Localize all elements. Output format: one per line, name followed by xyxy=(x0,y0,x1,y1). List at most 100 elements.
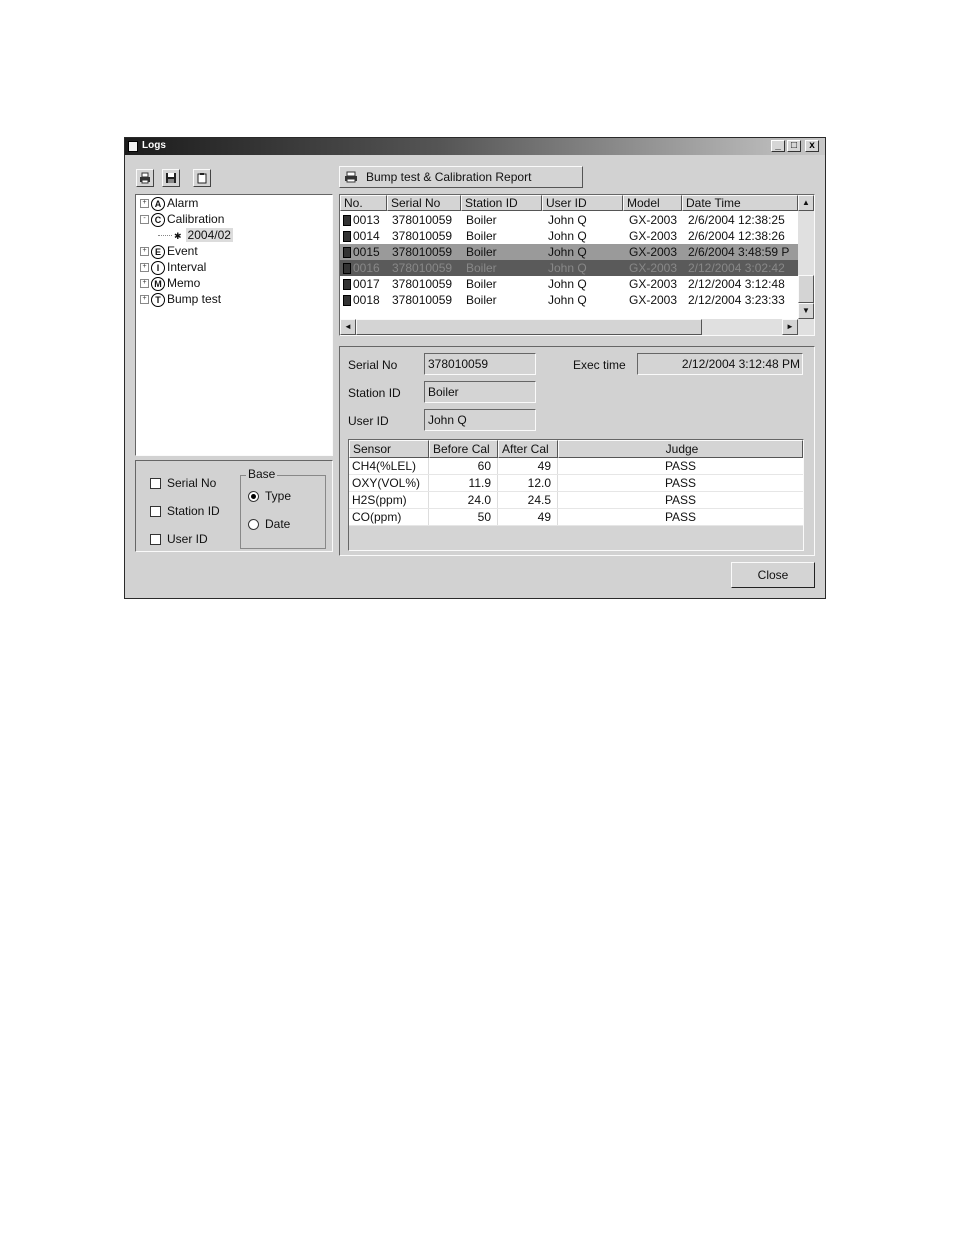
expand-icon[interactable]: + xyxy=(140,199,149,209)
log-record-icon xyxy=(343,295,351,307)
user-cell: John Q xyxy=(548,245,587,259)
log-tree[interactable]: + A Alarm - C Calibration ✱ 2004/02 + E Event +… xyxy=(135,194,333,456)
checkbox-icon[interactable] xyxy=(150,478,161,490)
column-header-serial-no[interactable]: Serial No xyxy=(387,195,461,211)
station-cell: Boiler xyxy=(466,245,497,259)
user-cell: John Q xyxy=(548,213,587,227)
model-cell: GX-2003 xyxy=(629,213,678,227)
report-button[interactable]: Bump test & Calibration Report xyxy=(339,166,583,188)
scroll-thumb[interactable] xyxy=(798,275,814,303)
base-groupbox xyxy=(240,475,326,549)
tree-item-label: Bump test xyxy=(167,292,222,306)
serial-cell: 378010059 xyxy=(392,213,453,227)
type-radio[interactable]: Type xyxy=(248,489,291,503)
checkbox-icon[interactable] xyxy=(150,534,161,546)
sensor-table[interactable]: Sensor Before Cal After Cal Judge CH4(%L… xyxy=(348,439,804,551)
close-window-button[interactable]: x xyxy=(805,140,819,152)
after-cal-cell: 49 xyxy=(498,458,558,474)
print-button[interactable] xyxy=(136,169,154,187)
save-button[interactable] xyxy=(162,169,180,187)
radio-icon[interactable] xyxy=(248,519,259,531)
table-row[interactable]: 0013 378010059 Boiler John Q GX-2003 2/6… xyxy=(340,212,798,228)
tree-item-alarm[interactable]: + A Alarm xyxy=(140,195,198,211)
station-id-label: Station ID xyxy=(348,386,401,400)
station-cell: Boiler xyxy=(466,229,497,243)
model-cell: GX-2003 xyxy=(629,293,678,307)
clipboard-icon xyxy=(197,173,207,184)
log-record-icon xyxy=(343,279,351,291)
column-header-after-cal[interactable]: After Cal xyxy=(498,440,558,458)
radio-selected-icon[interactable] xyxy=(248,491,259,503)
row-no-cell: 0018 xyxy=(343,292,380,308)
expand-icon[interactable]: + xyxy=(140,279,149,289)
model-cell: GX-2003 xyxy=(629,245,678,259)
log-grid[interactable]: No. Serial No Station ID User ID Model D… xyxy=(339,194,815,336)
date-radio[interactable]: Date xyxy=(248,517,290,531)
scroll-up-icon[interactable]: ▲ xyxy=(798,195,814,211)
column-header-judge[interactable]: Judge xyxy=(558,440,803,458)
sensor-row[interactable]: CO(ppm) 50 49 PASS xyxy=(349,509,803,526)
vertical-scrollbar[interactable]: ▲ ▼ xyxy=(798,195,814,319)
user-id-checkbox[interactable]: User ID xyxy=(150,532,208,546)
column-header-date-time[interactable]: Date Time xyxy=(682,195,798,211)
log-record-icon xyxy=(343,215,351,227)
scroll-right-icon[interactable]: ► xyxy=(782,319,798,335)
row-no-cell: 0015 xyxy=(343,244,380,260)
radio-label: Type xyxy=(265,489,292,503)
scroll-down-icon[interactable]: ▼ xyxy=(798,303,814,319)
column-header-before-cal[interactable]: Before Cal xyxy=(429,440,498,458)
expand-icon[interactable]: + xyxy=(140,263,149,273)
station-id-checkbox[interactable]: Station ID xyxy=(150,504,220,518)
user-id-label: User ID xyxy=(348,414,389,428)
log-record-icon xyxy=(343,247,351,259)
minimize-button[interactable]: _ xyxy=(771,140,785,152)
collapse-icon[interactable]: - xyxy=(140,215,149,225)
maximize-button[interactable]: □ xyxy=(787,140,801,152)
serial-no-checkbox[interactable]: Serial No xyxy=(150,476,216,490)
datetime-cell: 2/12/2004 3:23:33 xyxy=(688,293,785,307)
horizontal-scrollbar[interactable]: ◄ ► xyxy=(340,319,814,335)
checkbox-label: Serial No xyxy=(167,476,217,490)
row-no-cell: 0016 xyxy=(343,260,380,276)
checkbox-icon[interactable] xyxy=(150,506,161,518)
serial-cell: 378010059 xyxy=(392,293,453,307)
serial-cell: 378010059 xyxy=(392,277,453,291)
tree-item-2004-02[interactable]: ✱ 2004/02 xyxy=(158,227,233,243)
station-id-field: Boiler xyxy=(424,381,536,403)
sensor-row[interactable]: OXY(VOL%) 11.9 12.0 PASS xyxy=(349,475,803,492)
checkbox-label: Station ID xyxy=(167,504,220,518)
tree-item-memo[interactable]: + M Memo xyxy=(140,275,200,291)
expand-icon[interactable]: + xyxy=(140,247,149,257)
tree-item-label: Event xyxy=(167,244,198,258)
title-bar[interactable]: Logs _ □ x xyxy=(125,138,825,155)
column-header-no[interactable]: No. xyxy=(340,195,387,211)
column-header-model[interactable]: Model xyxy=(623,195,682,211)
table-row[interactable]: 0017 378010059 Boiler John Q GX-2003 2/1… xyxy=(340,276,798,292)
tree-connector xyxy=(158,235,172,237)
tree-item-interval[interactable]: + I Interval xyxy=(140,259,206,275)
column-header-sensor[interactable]: Sensor xyxy=(349,440,429,458)
scroll-left-icon[interactable]: ◄ xyxy=(340,319,356,335)
table-row[interactable]: 0018 378010059 Boiler John Q GX-2003 2/1… xyxy=(340,292,798,308)
datetime-cell: 2/6/2004 12:38:25 xyxy=(688,213,785,227)
tree-item-calibration[interactable]: - C Calibration xyxy=(140,211,224,227)
datetime-cell: 2/12/2004 3:12:48 xyxy=(688,277,785,291)
bullet-icon: ✱ xyxy=(174,231,182,241)
table-row[interactable]: 0014 378010059 Boiler John Q GX-2003 2/6… xyxy=(340,228,798,244)
table-row-focused[interactable]: 0016 378010059 Boiler John Q GX-2003 2/1… xyxy=(340,260,798,276)
column-header-user-id[interactable]: User ID xyxy=(542,195,623,211)
tree-item-bump-test[interactable]: + T Bump test xyxy=(140,291,221,307)
radio-label: Date xyxy=(265,517,291,531)
horizontal-scroll-thumb[interactable] xyxy=(356,319,702,335)
app-icon xyxy=(128,141,138,152)
station-cell: Boiler xyxy=(466,213,497,227)
column-header-station-id[interactable]: Station ID xyxy=(461,195,542,211)
tree-item-event[interactable]: + E Event xyxy=(140,243,198,259)
sensor-row[interactable]: H2S(ppm) 24.0 24.5 PASS xyxy=(349,492,803,509)
close-button[interactable]: Close xyxy=(731,562,815,588)
clipboard-button[interactable] xyxy=(193,169,211,187)
sensor-row[interactable]: CH4(%LEL) 60 49 PASS xyxy=(349,458,803,475)
interval-icon: I xyxy=(151,260,165,275)
expand-icon[interactable]: + xyxy=(140,295,149,305)
table-row-selected[interactable]: 0015 378010059 Boiler John Q GX-2003 2/6… xyxy=(340,244,798,260)
